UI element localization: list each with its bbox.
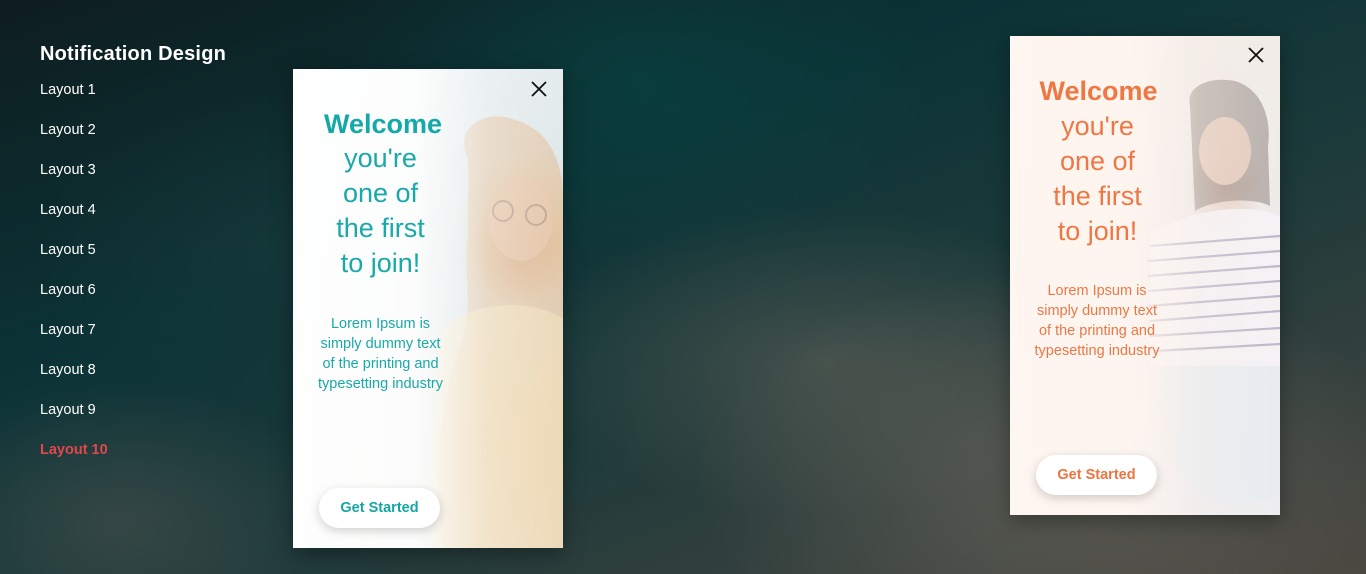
menu-item-layout-9[interactable]: Layout 9 xyxy=(40,400,226,440)
menu-item-layout-4[interactable]: Layout 4 xyxy=(40,200,226,240)
card-subheading: you're one of the first to join! xyxy=(293,141,468,281)
close-icon[interactable] xyxy=(1246,45,1266,65)
notification-card-orange: Welcome you're one of the first to join!… xyxy=(1010,36,1280,515)
card-description: Lorem Ipsum is simply dummy text of the … xyxy=(1034,283,1160,359)
close-icon[interactable] xyxy=(529,79,549,99)
menu-item-layout-1[interactable]: Layout 1 xyxy=(40,80,226,120)
layout-menu: Layout 1 Layout 2 Layout 3 Layout 4 Layo… xyxy=(40,80,226,480)
card-heading: Welcome xyxy=(323,109,443,139)
subheading-line: the first xyxy=(1053,181,1142,211)
subheading-line: to join! xyxy=(1057,216,1138,246)
menu-item-layout-7[interactable]: Layout 7 xyxy=(40,320,226,360)
subheading-line: you're xyxy=(344,143,417,173)
card-subheading: you're one of the first to join! xyxy=(1015,109,1180,249)
notification-card-teal: Welcome you're one of the first to join!… xyxy=(293,69,563,548)
menu-item-layout-6[interactable]: Layout 6 xyxy=(40,280,226,320)
subheading-line: one of xyxy=(342,178,419,208)
subheading-line: one of xyxy=(1059,146,1136,176)
subheading-line: to join! xyxy=(340,248,421,278)
get-started-button[interactable]: Get Started xyxy=(319,488,440,528)
page-title: Notification Design xyxy=(40,43,227,65)
subheading-line: you're xyxy=(1061,111,1134,141)
card-heading: Welcome xyxy=(1039,76,1158,106)
menu-item-layout-5[interactable]: Layout 5 xyxy=(40,240,226,280)
card-description: Lorem Ipsum is simply dummy text of the … xyxy=(318,316,443,392)
get-started-button[interactable]: Get Started xyxy=(1036,455,1157,495)
menu-item-layout-3[interactable]: Layout 3 xyxy=(40,160,226,200)
subheading-line: the first xyxy=(336,213,425,243)
menu-item-layout-8[interactable]: Layout 8 xyxy=(40,360,226,400)
menu-item-layout-2[interactable]: Layout 2 xyxy=(40,120,226,160)
menu-item-layout-10[interactable]: Layout 10 xyxy=(40,440,226,480)
sidebar: Notification Design Layout 1 Layout 2 La… xyxy=(40,43,226,480)
